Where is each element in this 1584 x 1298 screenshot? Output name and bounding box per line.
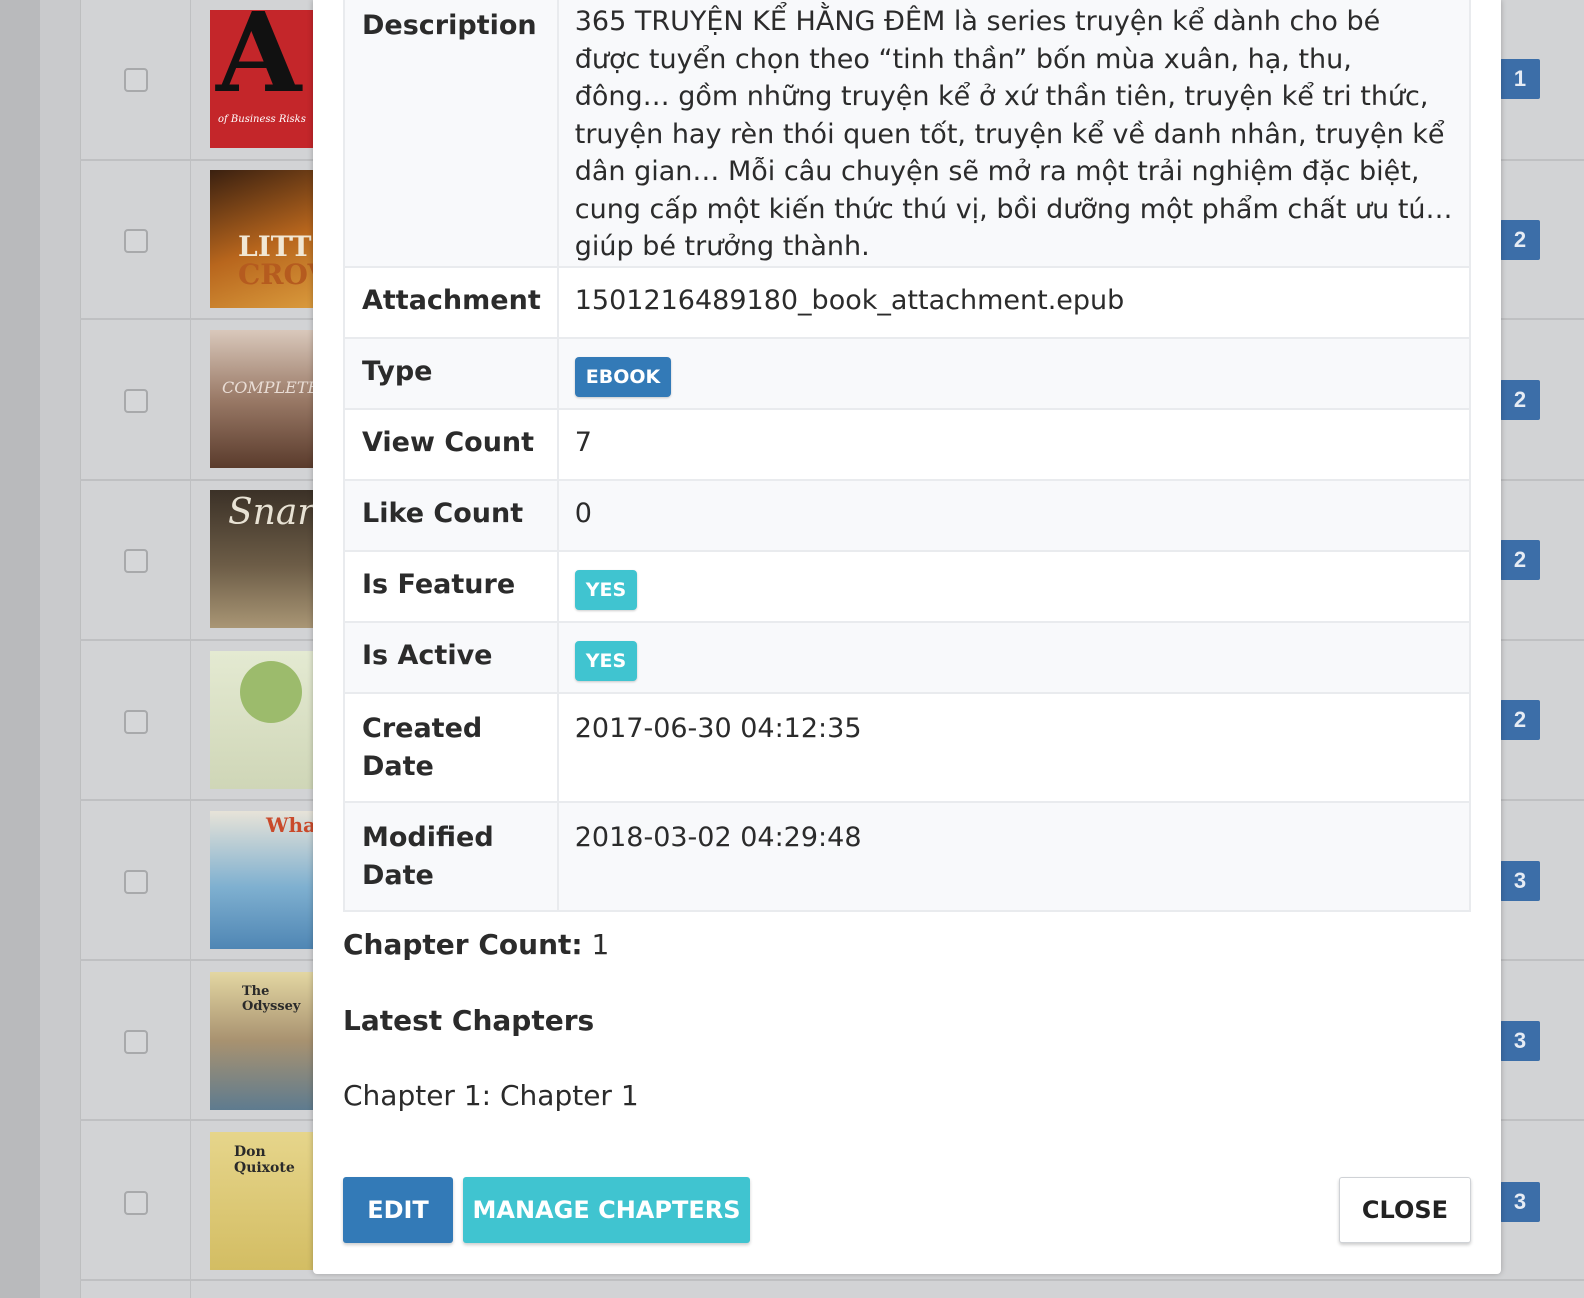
row-checkbox[interactable] [124, 389, 148, 413]
chapter-count: Chapter Count: 1 [343, 928, 609, 961]
row-checkbox[interactable] [124, 1191, 148, 1215]
detail-label: Like Count [343, 478, 559, 552]
row-checkbox[interactable] [124, 229, 148, 253]
chapter-count-badge: 3 [1500, 1182, 1540, 1222]
type-cell: EBOOK [556, 336, 1472, 410]
chapter-count-badge: 2 [1500, 380, 1540, 420]
row-checkbox[interactable] [124, 710, 148, 734]
book-detail-modal: Description 365 TRUYỆN KỂ HẰNG ĐÊM là se… [313, 0, 1501, 1274]
latest-chapters-heading: Latest Chapters [343, 1004, 595, 1037]
chapter-count-badge: 1 [1500, 59, 1540, 99]
like-count-value: 0 [556, 478, 1472, 552]
book-cover-image: The Odyssey [210, 972, 314, 1110]
chapter-count-label: Chapter Count: [343, 928, 583, 961]
is-active-cell: YES [556, 620, 1472, 694]
row-checkbox[interactable] [124, 549, 148, 573]
close-button[interactable]: CLOSE [1339, 1177, 1471, 1243]
type-badge: EBOOK [574, 356, 672, 397]
edit-button[interactable]: EDIT [343, 1177, 453, 1243]
detail-row-description: Description 365 TRUYỆN KỂ HẰNG ĐÊM là se… [343, 0, 1472, 268]
book-detail-table: Description 365 TRUYỆN KỂ HẰNG ĐÊM là se… [343, 0, 1472, 912]
is-active-badge: YES [574, 640, 638, 681]
detail-label: Created Date [343, 691, 559, 803]
row-checkbox[interactable] [124, 68, 148, 92]
detail-row-modified-date: Modified Date 2018-03-02 04:29:48 [343, 800, 1472, 912]
detail-row-attachment: Attachment 1501216489180_book_attachment… [343, 265, 1472, 339]
is-feature-cell: YES [556, 549, 1472, 623]
is-feature-badge: YES [574, 569, 638, 610]
cover-title: The Odyssey [242, 984, 301, 1014]
detail-row-type: Type EBOOK [343, 336, 1472, 410]
cover-title: COMPLETE [222, 378, 314, 397]
chapter-count-badge: 2 [1500, 540, 1540, 580]
book-cover-image: Don Quixote [210, 1132, 314, 1270]
cover-title: Snark [228, 492, 314, 533]
detail-row-is-active: Is Active YES [343, 620, 1472, 694]
book-cover-image: What [210, 811, 314, 949]
chapter-count-value: 1 [591, 928, 610, 961]
chapter-count-badge: 3 [1500, 1021, 1540, 1061]
cover-title: CROV [238, 258, 314, 291]
detail-row-created-date: Created Date 2017-06-30 04:12:35 [343, 691, 1472, 803]
detail-label: Is Feature [343, 549, 559, 623]
detail-label: Attachment [343, 265, 559, 339]
book-cover-image: Snark [210, 490, 314, 628]
book-cover-image: LITT CROV [210, 170, 314, 308]
detail-label: Type [343, 336, 559, 410]
row-checkbox[interactable] [124, 1030, 148, 1054]
book-cover-image: A of Business Risks [210, 10, 314, 148]
modified-date-value: 2018-03-02 04:29:48 [556, 800, 1472, 912]
attachment-value: 1501216489180_book_attachment.epub [556, 265, 1472, 339]
row-checkbox[interactable] [124, 870, 148, 894]
detail-label: View Count [343, 407, 559, 481]
detail-row-is-feature: Is Feature YES [343, 549, 1472, 623]
page-left-gutter [0, 0, 40, 1298]
chapter-list-item: Chapter 1: Chapter 1 [343, 1079, 639, 1112]
description-value: 365 TRUYỆN KỂ HẰNG ĐÊM là series truyện … [556, 0, 1472, 268]
detail-row-like-count: Like Count 0 [343, 478, 1472, 552]
book-cover-image [210, 651, 314, 789]
manage-chapters-button[interactable]: MANAGE CHAPTERS [463, 1177, 750, 1243]
cover-title: What [266, 813, 314, 837]
book-cover-image: COMPLETE [210, 330, 314, 468]
chapter-count-badge: 2 [1500, 700, 1540, 740]
created-date-value: 2017-06-30 04:12:35 [556, 691, 1472, 803]
cover-title: A [216, 10, 302, 117]
detail-label: Is Active [343, 620, 559, 694]
detail-label: Description [343, 0, 559, 268]
detail-row-view-count: View Count 7 [343, 407, 1472, 481]
chapter-count-badge: 2 [1500, 220, 1540, 260]
cover-subtitle: of Business Risks [218, 114, 306, 125]
detail-label: Modified Date [343, 800, 559, 912]
chapter-count-badge: 3 [1500, 861, 1540, 901]
cover-title: Don Quixote [234, 1144, 295, 1176]
view-count-value: 7 [556, 407, 1472, 481]
